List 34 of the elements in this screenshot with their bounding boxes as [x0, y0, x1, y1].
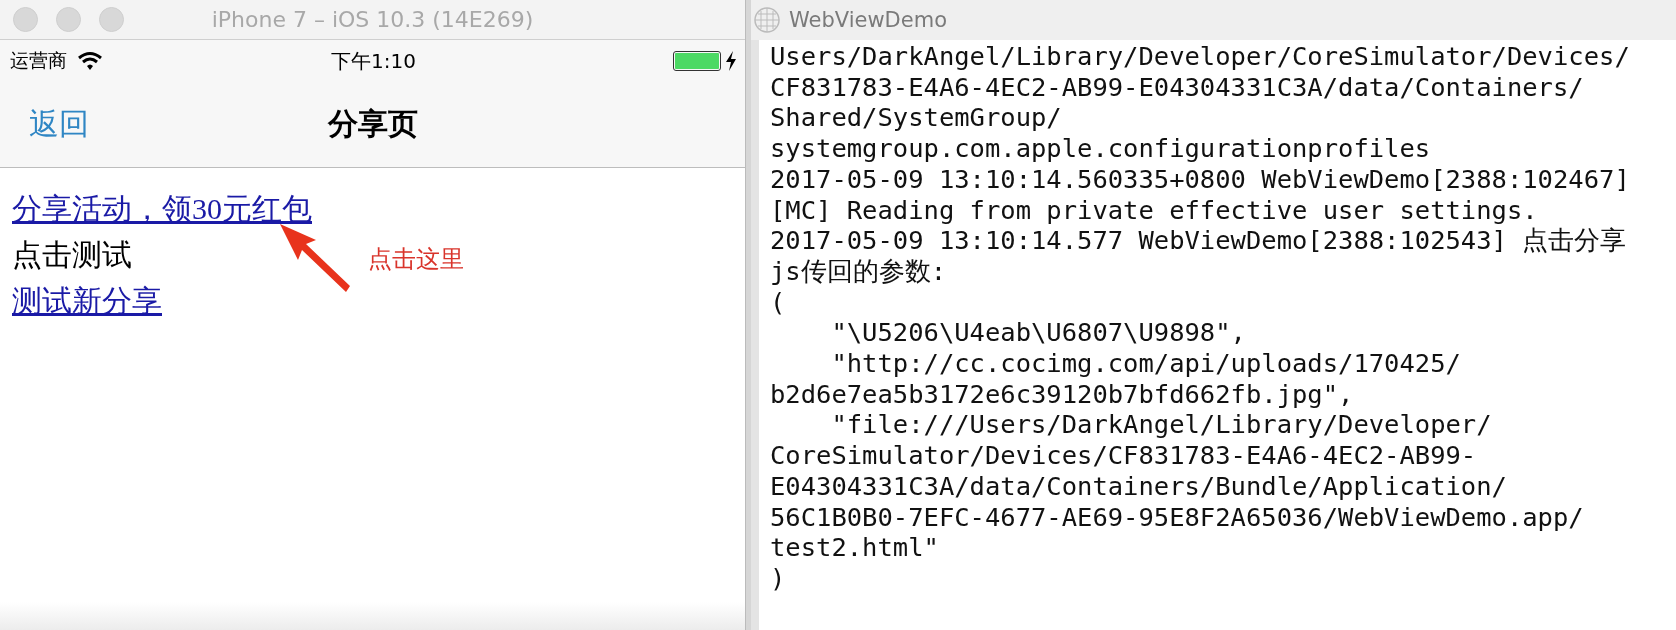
wifi-icon	[77, 51, 103, 71]
log-line: js传回的参数:	[770, 255, 947, 287]
log-line: E04304331C3A/data/Containers/Bundle/Application/	[770, 470, 1507, 502]
log-line: 56C1B0B0-7EFC-4677-AE69-95E8F2A65036/WebViewDemo.app/	[770, 501, 1584, 533]
log-line: CoreSimulator/Devices/CF831783-E4A6-4EC2-AB99-	[770, 440, 1477, 471]
log-line: systemgroup.com.apple.configurationprofiles	[770, 133, 1431, 164]
back-button[interactable]: 返回	[29, 104, 89, 145]
log-line: test2.html"	[770, 532, 939, 563]
status-time: 下午1:10	[331, 47, 416, 75]
carrier-label: 运营商	[10, 48, 67, 73]
log-line: "file:///Users/DarkAngel/Library/Developer/	[830, 409, 1492, 441]
log-line: Users/DarkAngel/Library/Developer/CoreSimulator/Devices/	[770, 41, 1630, 72]
battery-icon	[673, 51, 721, 71]
window-control-button[interactable]	[99, 7, 124, 32]
log-line: 2017-05-09 13:10:14.560335+0800 WebViewDemo[2388:102467]	[770, 163, 1630, 195]
link[interactable]: 测试新分享	[12, 284, 162, 317]
window-title: WebViewDemo	[789, 8, 947, 32]
annotation-text: 点击这里	[368, 244, 464, 274]
window-control-button[interactable]	[13, 7, 38, 32]
log-line: b2d6e7ea5b3172e6c39120b7bfd662fb.jpg",	[770, 378, 1354, 410]
page-title: 分享页	[327, 105, 418, 143]
log-line: [MC] Reading from private effective user settings.	[770, 194, 1538, 226]
window-title: iPhone 7 – iOS 10.3 (14E269)	[211, 7, 534, 32]
log-line: "http://cc.cocimg.com/api/uploads/170425/	[830, 348, 1461, 379]
log-line: (	[770, 286, 786, 318]
link[interactable]: 分享活动，领30元红包	[12, 192, 312, 225]
log-line: Shared/SystemGroup/	[770, 102, 1062, 134]
grid-icon	[753, 6, 781, 34]
log-line: "\U5206\U4eab\U6807\U9898",	[830, 317, 1246, 349]
log-line: CF831783-E4A6-4EC2-AB99-E04304331C3A/data/Containers/	[770, 71, 1584, 103]
body-text: 点击测试	[12, 238, 132, 271]
log-line: )	[770, 562, 786, 594]
log-line: 2017-05-09 13:10:14.577 WebViewDemo[2388:102543] 点击分享	[770, 225, 1627, 256]
window-control-button[interactable]	[56, 7, 81, 32]
